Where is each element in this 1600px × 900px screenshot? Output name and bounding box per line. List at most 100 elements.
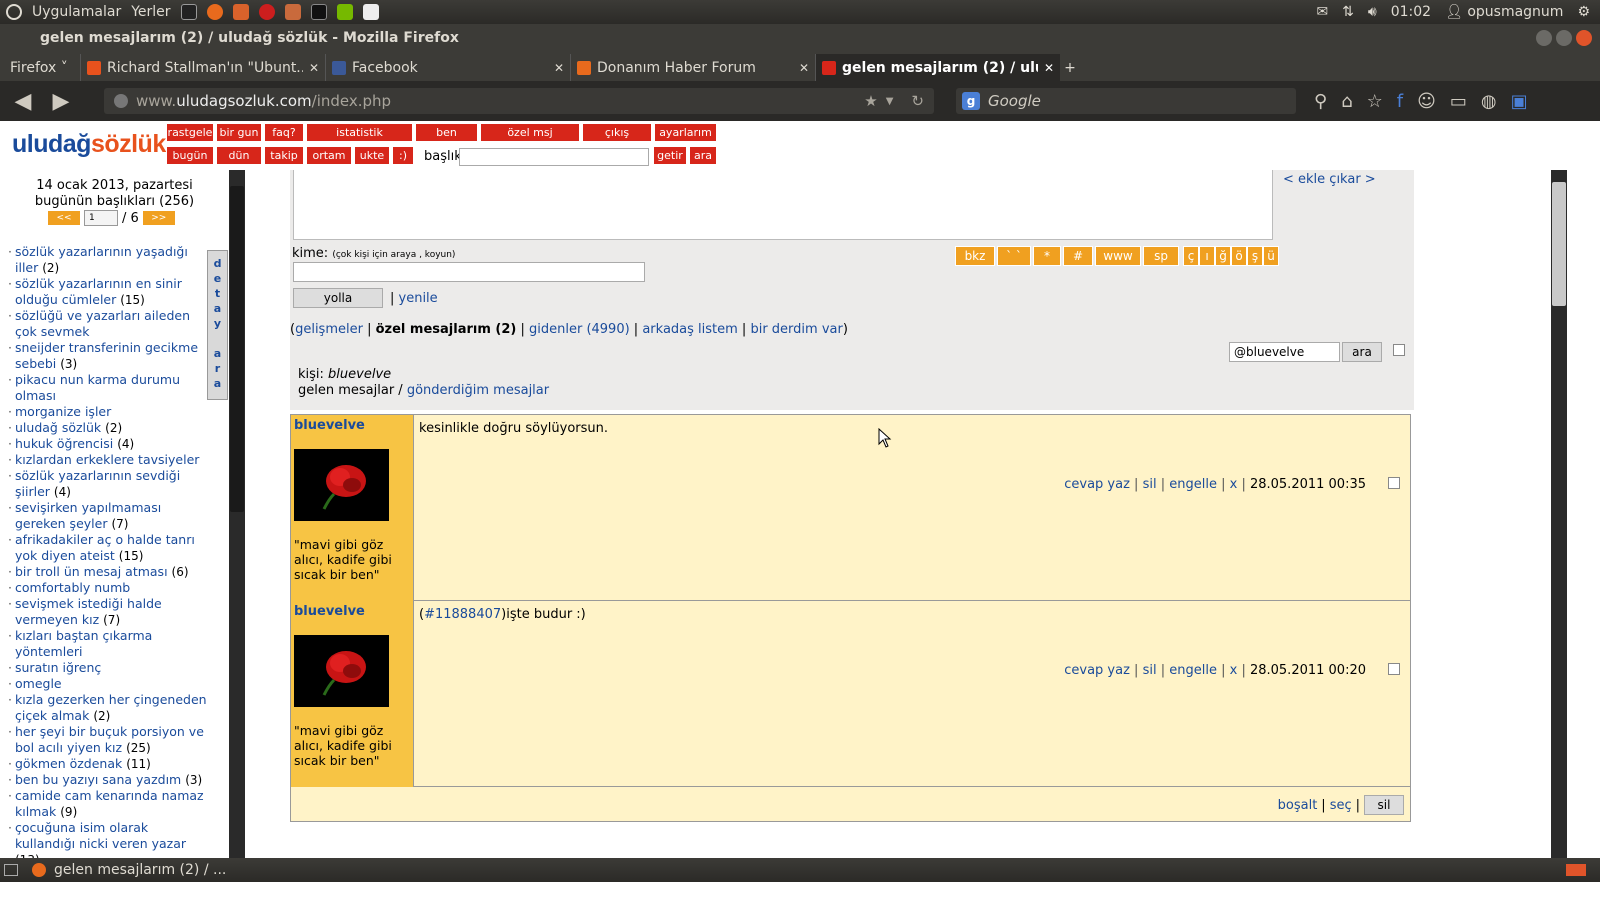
nvidia-icon[interactable] [336,4,353,20]
close-tab-icon[interactable]: ✕ [1044,61,1054,75]
char-g-button[interactable]: ğ [1215,246,1231,266]
tab-stallman[interactable]: Richard Stallman'ın "Ubunt... ✕ [80,54,325,81]
menu-istatistik[interactable]: istatistik [306,123,413,142]
close-tab-icon[interactable]: ✕ [799,61,809,75]
bulk-sil-button[interactable]: sil [1364,795,1404,815]
topic-link[interactable]: omegle [15,676,62,691]
bookmark-star-icon[interactable]: ★ [864,92,877,110]
back-arrow-icon[interactable]: ◀ [8,87,38,115]
menu-ozel-msj[interactable]: özel msj [480,123,580,142]
site-logo[interactable]: uludağsözlük [12,130,166,159]
close-tab-icon[interactable]: ✕ [554,61,564,75]
search-icon[interactable]: ⚲ [1314,91,1327,112]
format-sp-button[interactable]: sp [1143,246,1179,266]
topic-link[interactable]: morganize işler [15,404,111,419]
baslik-input[interactable] [459,148,649,166]
tab-uludag[interactable]: gelen mesajlarım (2) / ulu... ✕ [815,54,1060,81]
close-tab-icon[interactable]: ✕ [309,61,319,75]
google-search-engine-icon[interactable]: g [962,92,980,110]
taskbar-item[interactable]: gelen mesajlarım (2) / ... [54,862,226,878]
format-star-button[interactable]: * [1033,246,1061,266]
settings-gear-icon[interactable]: ⚙ [1577,4,1590,20]
topic-link[interactable]: sözlük yazarlarının en sinir olduğu cüml… [15,276,182,307]
menu-ukte[interactable]: ukte [354,146,390,165]
sender-avatar[interactable] [294,449,389,521]
yolla-button[interactable]: yolla [293,288,383,308]
reply-link[interactable]: cevap yaz [1064,477,1130,492]
mail-icon[interactable]: ✉ [1316,4,1328,20]
filter-ara-button[interactable]: ara [1342,342,1382,362]
bosalt-link[interactable]: boşalt [1278,798,1318,813]
opera-launcher-icon[interactable] [258,4,275,20]
pager-page-select[interactable]: 1 [84,210,118,226]
format-bkz-button[interactable]: bkz [955,246,995,266]
ekle-cikar-link[interactable]: < ekle çıkar > [1283,172,1376,187]
topic-link[interactable]: comfortably numb [15,580,130,595]
sec-link[interactable]: seç [1330,798,1352,813]
places-menu[interactable]: Yerler [131,4,170,20]
network-icon[interactable]: ⇅ [1342,4,1354,20]
files-launcher-icon[interactable] [232,4,249,20]
format-hash-button[interactable]: # [1063,246,1093,266]
x-link[interactable]: x [1230,663,1238,678]
message-checkbox[interactable] [1388,663,1400,675]
topic-link[interactable]: gökmen özdenak [15,756,122,771]
sender-nick[interactable]: bluevelve [294,604,365,619]
char-i-button[interactable]: ı [1199,246,1215,266]
select-all-checkbox[interactable] [1393,344,1405,356]
firefox-menu-button[interactable]: Firefox ˅ [0,54,80,81]
forward-arrow-icon[interactable]: ▶ [46,87,76,115]
bookmarks-icon[interactable]: ☆ [1367,91,1383,112]
menu-cikis[interactable]: çıkış [582,123,652,142]
format-www-button[interactable]: www [1095,246,1141,266]
link-gidenler[interactable]: gidenler (4990) [529,322,630,337]
topic-link[interactable]: sözlük yazarlarının yaşadığı iller [15,244,188,275]
topic-link[interactable]: kızla gezerken her çingeneden çiçek alma… [15,692,207,723]
friends-icon[interactable]: ☺ [1417,91,1436,112]
block-link[interactable]: engelle [1169,663,1217,678]
workspace-switcher[interactable] [1566,864,1586,876]
char-u-button[interactable]: ü [1263,246,1279,266]
message-checkbox[interactable] [1388,477,1400,489]
tab-donanimhaber[interactable]: Donanım Haber Forum ✕ [570,54,815,81]
char-s-button[interactable]: ş [1247,246,1263,266]
topic-link[interactable]: afrikadakiler aç o halde tanrı yok diyen… [15,532,195,563]
apps-menu[interactable]: Uygulamalar [32,4,121,20]
topic-link[interactable]: pikacu nun karma durumu olması [15,372,180,403]
menu-smiley[interactable]: :) [392,146,414,165]
format-quote-button[interactable]: ` ` [997,246,1031,266]
message-textarea[interactable] [293,170,1273,240]
yenile-link[interactable]: yenile [399,291,438,306]
delete-link[interactable]: sil [1143,477,1157,492]
menu-bugun[interactable]: bugün [166,146,214,165]
char-o-button[interactable]: ö [1231,246,1247,266]
topic-link[interactable]: hukuk öğrencisi [15,436,113,451]
kime-input[interactable] [293,262,645,282]
topic-link[interactable]: sözlüğü ve yazarları aileden çok sevmek [15,308,190,339]
topic-link[interactable]: suratın iğrenç [15,660,101,675]
clock[interactable]: 01:02 [1391,4,1431,20]
char-c-button[interactable]: ç [1183,246,1199,266]
page-scroll-thumb[interactable] [1552,182,1566,306]
home-folder-icon[interactable] [284,4,301,20]
detay-ara-button[interactable]: detayara [207,250,228,400]
facebook-addon-icon[interactable]: f [1397,91,1403,112]
link-arkadas-listem[interactable]: arkadaş listem [642,322,737,337]
topic-link[interactable]: kızları baştan çıkarma yöntemleri [15,628,152,659]
topic-link[interactable]: ben bu yazıyı sana yazdım [15,772,181,787]
link-bir-derdim-var[interactable]: bir derdim var [750,322,842,337]
menu-takip[interactable]: takip [264,146,304,165]
topic-link[interactable]: bir troll ün mesaj atması [15,564,168,579]
chat-icon[interactable]: ▭ [1450,91,1467,112]
menu-rastgele[interactable]: rastgele [166,123,214,142]
url-bar[interactable]: www.uludagsozluk.com/index.php ★ ▼ ↻ [104,88,934,114]
topic-link[interactable]: sneijder transferinin gecikme sebebi [15,340,198,371]
getir-button[interactable]: getir [653,146,687,165]
block-link[interactable]: engelle [1169,477,1217,492]
sidebar-today-count[interactable]: bugünün başlıkları (256) [0,194,229,209]
filter-user-input[interactable]: @bluevelve [1229,342,1340,362]
ubuntu-logo-icon[interactable] [6,4,22,20]
search-bar[interactable]: g Google [956,88,1296,114]
topic-link[interactable]: camide cam kenarında namaz kılmak [15,788,204,819]
system-monitor-icon[interactable] [180,4,197,20]
